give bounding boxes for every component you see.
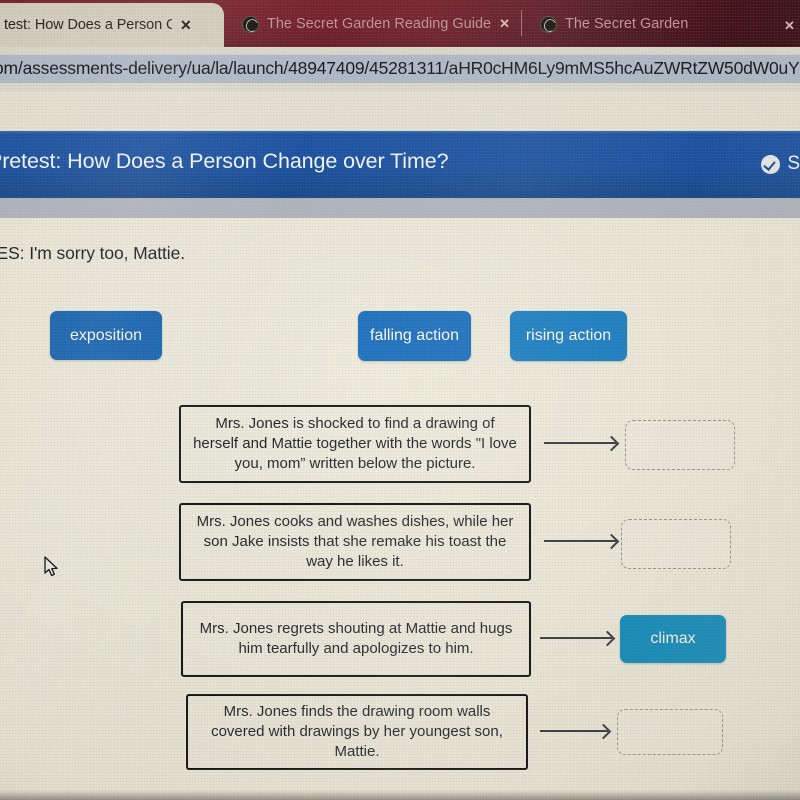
browser-tab-active[interactable]: test: How Does a Person Chan ✕: [0, 3, 224, 47]
drop-zone-1[interactable]: [625, 420, 735, 470]
save-status[interactable]: S: [761, 153, 800, 175]
prompt-box: Mrs. Jones regrets shouting at Mattie an…: [181, 601, 531, 677]
browser-tab-secret-garden-reading-guide[interactable]: The Secret Garden Reading Guide ✕: [232, 4, 520, 44]
globe-icon: [540, 15, 557, 33]
question-stem: NES: I'm sorry too, Mattie.: [0, 243, 185, 263]
connector-arrow: [544, 540, 616, 542]
browser-toolbar: om/assessments-delivery/ua/la/launch/489…: [0, 47, 800, 91]
close-icon[interactable]: ✕: [180, 17, 192, 34]
assessment-header: Pretest: How Does a Person Change over T…: [0, 131, 800, 198]
browser-tab-title: The Secret Garden: [565, 16, 689, 32]
prompt-box: Mrs. Jones finds the drawing room walls …: [186, 694, 528, 770]
browser-tab-strip: test: How Does a Person Chan ✕ The Secre…: [0, 0, 800, 47]
drop-zone-4[interactable]: [617, 709, 723, 755]
drag-chip-label: falling action: [370, 327, 459, 344]
connector-arrow: [544, 442, 616, 444]
browser-tab-title: The Secret Garden Reading Guide: [267, 16, 492, 32]
page-title: Pretest: How Does a Person Change over T…: [0, 149, 449, 173]
drag-chip-rising-action[interactable]: rising action: [510, 311, 627, 361]
prompt-box: Mrs. Jones is shocked to find a drawing …: [179, 405, 531, 483]
drag-chip-label: climax: [650, 630, 696, 647]
drag-chip-label: exposition: [69, 326, 143, 344]
url-text: om/assessments-delivery/ua/la/launch/489…: [0, 58, 800, 78]
globe-icon: [242, 15, 259, 33]
close-icon[interactable]: ✕: [784, 18, 795, 34]
drop-zone-2[interactable]: [621, 519, 731, 569]
browser-chrome-filler: [0, 91, 800, 131]
browser-tab-title: test: How Does a Person Chan: [4, 17, 172, 33]
address-bar[interactable]: om/assessments-delivery/ua/la/launch/489…: [0, 54, 800, 83]
prompt-box: Mrs. Jones cooks and washes dishes, whil…: [179, 503, 531, 581]
save-label: S: [787, 153, 800, 174]
screen-photo: test: How Does a Person Chan ✕ The Secre…: [0, 0, 800, 800]
prompt-text: Mrs. Jones regrets shouting at Mattie an…: [199, 620, 513, 657]
check-circle-icon: [761, 154, 781, 174]
connector-arrow: [540, 637, 612, 639]
tab-divider: [521, 10, 522, 36]
drag-chip-falling-action[interactable]: falling action: [358, 311, 471, 361]
browser-tab-secret-garden[interactable]: The Secret Garden: [530, 4, 698, 44]
prompt-text: Mrs. Jones cooks and washes dishes, whil…: [196, 513, 514, 570]
header-underbar: [0, 198, 800, 218]
drag-chip-exposition[interactable]: exposition: [50, 311, 162, 360]
drop-zone-3-chip-climax[interactable]: climax: [620, 615, 726, 663]
close-icon[interactable]: ✕: [499, 16, 510, 32]
drag-chip-label: rising action: [525, 327, 612, 344]
browser-tab-overflow-close[interactable]: ✕: [784, 6, 795, 46]
prompt-text: Mrs. Jones finds the drawing room walls …: [211, 703, 503, 760]
photo-bottom-vignette: [0, 790, 800, 800]
connector-arrow: [540, 730, 608, 732]
prompt-text: Mrs. Jones is shocked to find a drawing …: [193, 415, 517, 472]
